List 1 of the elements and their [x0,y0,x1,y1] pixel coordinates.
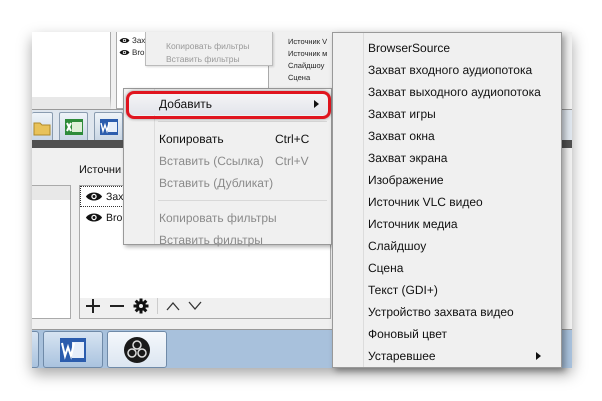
panel-title: Источни [79,164,122,177]
